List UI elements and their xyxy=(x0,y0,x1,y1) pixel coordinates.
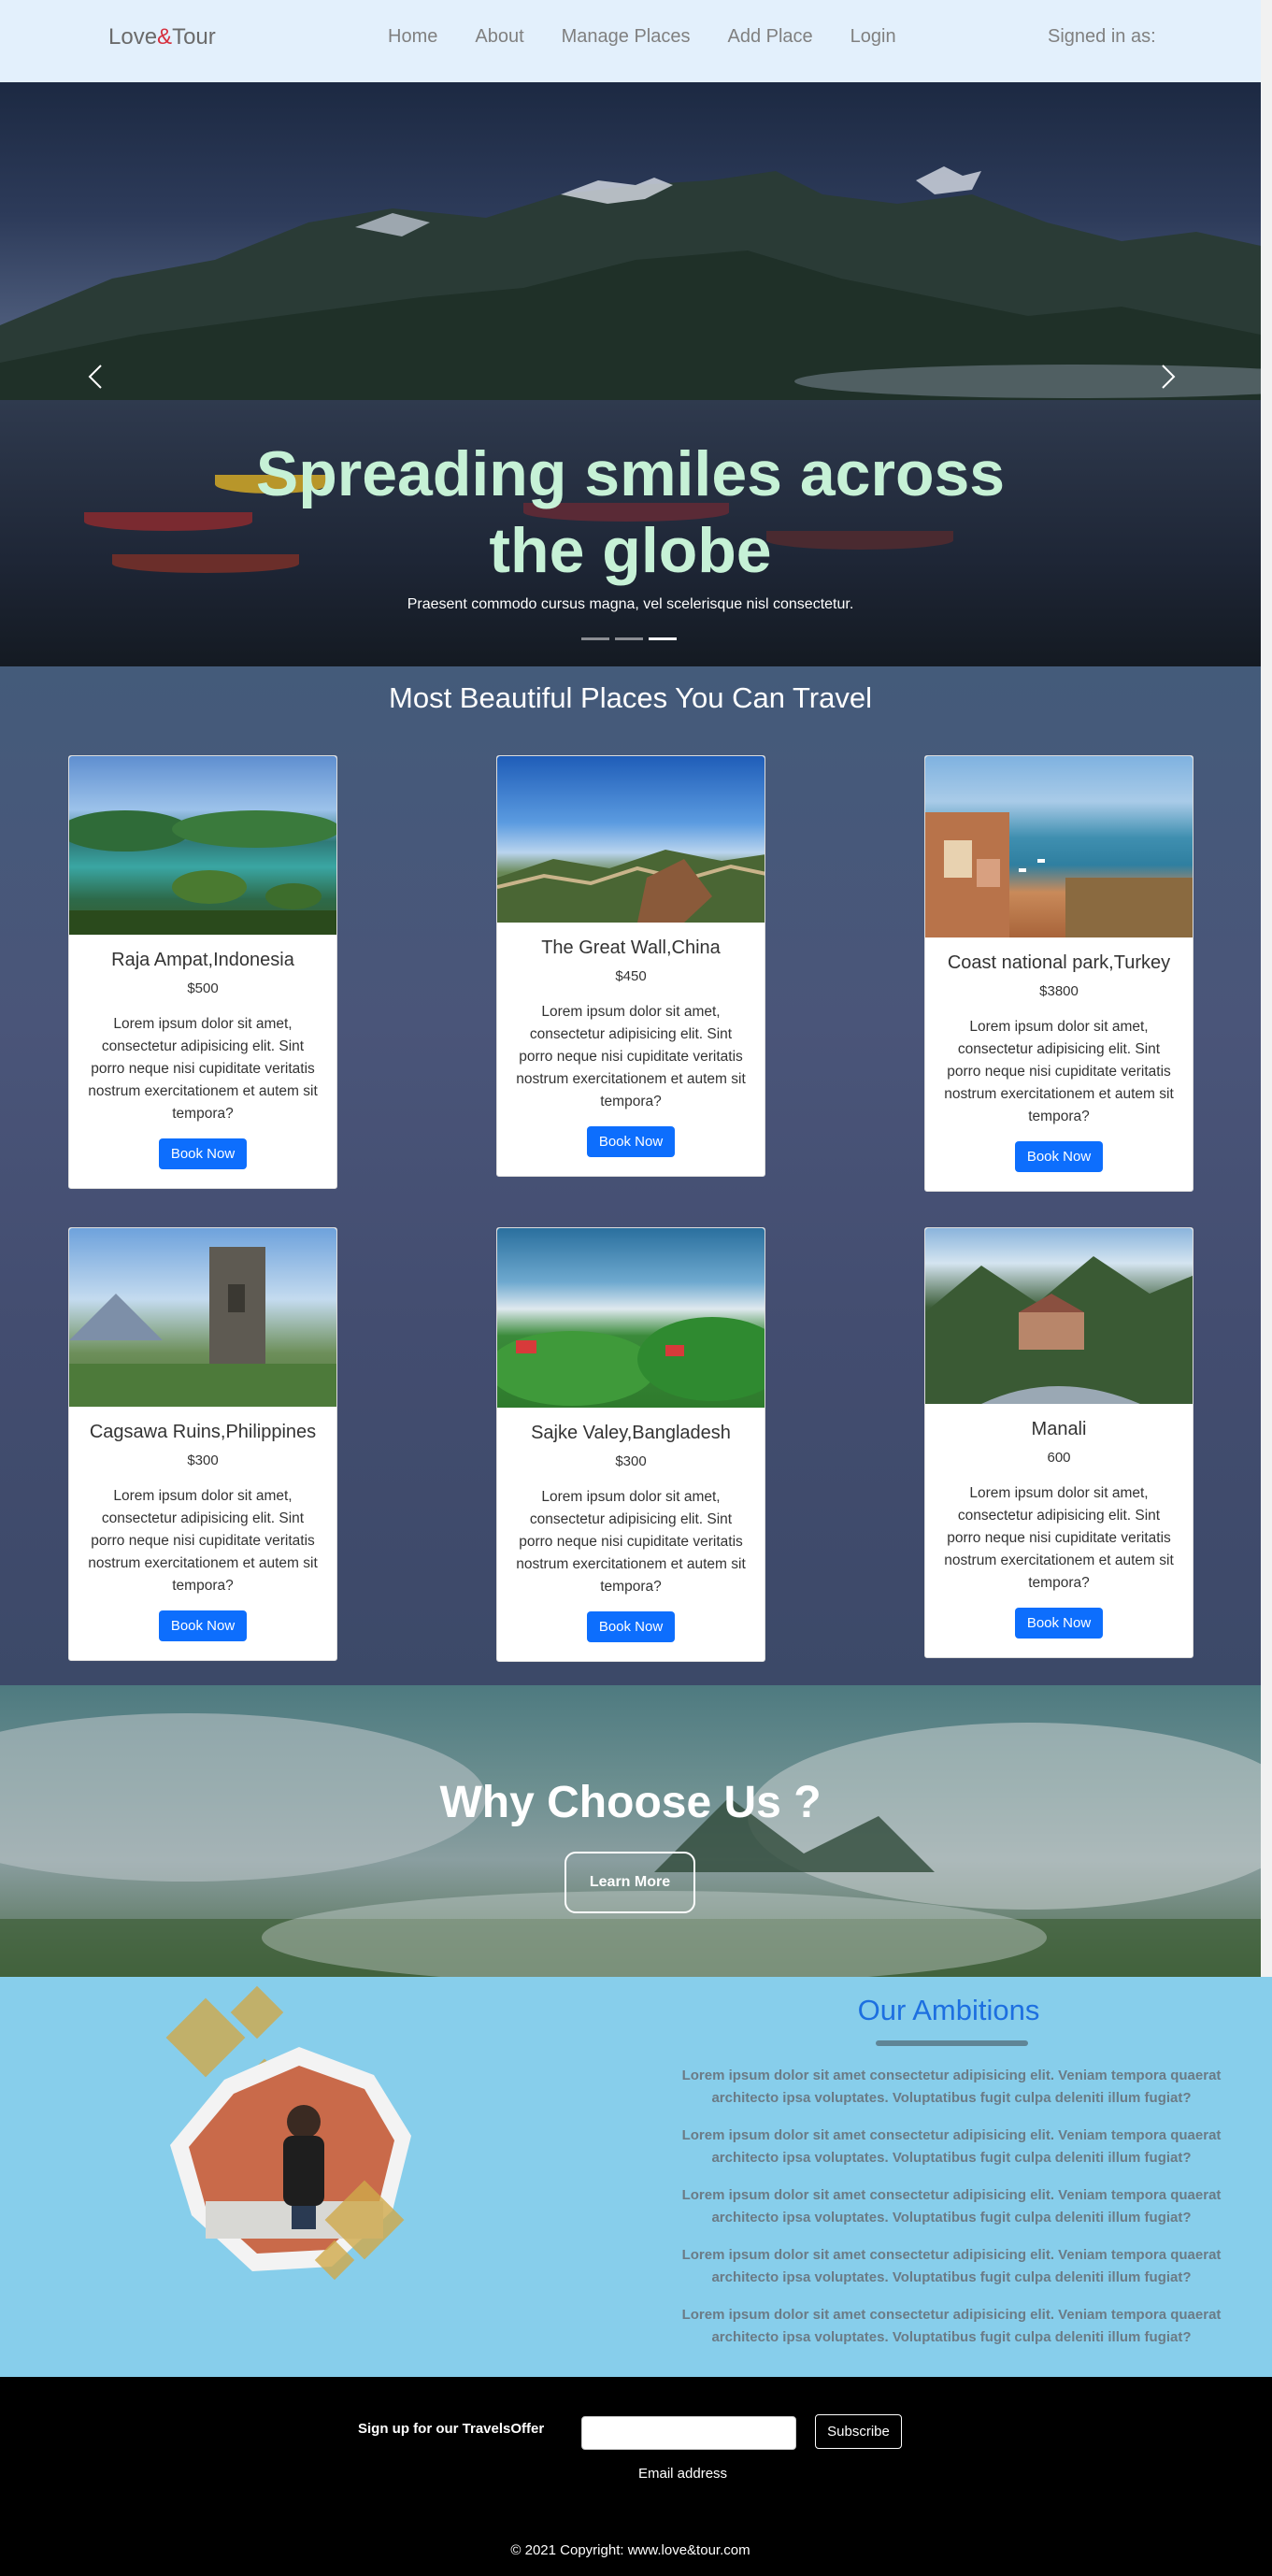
place-image xyxy=(69,1228,336,1407)
chevron-left-icon[interactable] xyxy=(82,358,110,395)
navbar: Love&Tour Home About Manage Places Add P… xyxy=(0,0,1261,82)
ruins-illustration xyxy=(69,1247,336,1407)
place-card: Raja Ampat,Indonesia $500 Lorem ipsum do… xyxy=(68,755,337,1189)
brand-text-tour: Tour xyxy=(172,24,216,50)
nav-link-login[interactable]: Login xyxy=(850,26,896,48)
place-card: Cagsawa Ruins,Philippines $300 Lorem ips… xyxy=(68,1227,337,1661)
place-card: Sajke Valey,Bangladesh $300 Lorem ipsum … xyxy=(496,1227,765,1662)
place-price: $450 xyxy=(615,968,647,984)
brand-ampersand: & xyxy=(157,24,173,50)
place-card: The Great Wall,China $450 Lorem ipsum do… xyxy=(496,755,765,1177)
place-image xyxy=(925,1228,1193,1404)
book-now-button[interactable]: Book Now xyxy=(158,1138,248,1169)
signed-in-label: Signed in as: xyxy=(1048,26,1156,47)
place-price: $300 xyxy=(615,1453,647,1469)
place-description: Lorem ipsum dolor sit amet, consectetur … xyxy=(88,1016,318,1122)
manali-illustration xyxy=(925,1256,1193,1404)
why-choose-section: Why Choose Us ? Learn More xyxy=(0,1685,1261,1977)
place-image xyxy=(497,756,765,923)
book-now-button[interactable]: Book Now xyxy=(586,1126,676,1157)
signup-label: Sign up for our TravelsOffer xyxy=(358,2421,545,2437)
ambition-item: Lorem ipsum dolor sit amet consectetur a… xyxy=(681,2187,1222,2225)
brand-text-love: Love xyxy=(108,24,158,50)
ambition-item: Lorem ipsum dolor sit amet consectetur a… xyxy=(681,2127,1222,2166)
place-description: Lorem ipsum dolor sit amet, consectetur … xyxy=(88,1488,318,1594)
places-title: Most Beautiful Places You Can Travel xyxy=(389,681,872,714)
scrollbar[interactable] xyxy=(1261,0,1272,1977)
hero-title: Spreading smiles across the globe xyxy=(255,438,1006,586)
place-card: Manali 600 Lorem ipsum dolor sit amet, c… xyxy=(924,1227,1193,1658)
place-name: Sajke Valey,Bangladesh xyxy=(531,1423,731,1443)
place-image xyxy=(497,1228,765,1408)
carousel-indicators xyxy=(581,637,677,640)
place-name: The Great Wall,China xyxy=(541,937,721,958)
hero-carousel: Spreading smiles across the globe Praese… xyxy=(0,82,1261,666)
carousel-indicator-3[interactable] xyxy=(649,637,677,640)
chevron-right-icon[interactable] xyxy=(1153,358,1181,395)
book-now-button[interactable]: Book Now xyxy=(1014,1608,1104,1639)
place-image xyxy=(925,756,1193,937)
hero-caption: Praesent commodo cursus magna, vel scele… xyxy=(407,596,854,612)
ambitions-section: Our Ambitions Lorem ipsum dolor sit amet… xyxy=(0,1977,1272,2377)
nav-links: Home About Manage Places Add Place Login xyxy=(388,26,934,48)
learn-more-button[interactable]: Learn More xyxy=(565,1852,695,1913)
ambition-item: Lorem ipsum dolor sit amet consectetur a… xyxy=(681,2068,1222,2106)
ambitions-list: Lorem ipsum dolor sit amet consectetur a… xyxy=(656,2065,1247,2364)
place-price: $3800 xyxy=(1039,983,1079,999)
place-name: Raja Ampat,Indonesia xyxy=(111,950,294,970)
carousel-indicator-2[interactable] xyxy=(615,637,643,640)
book-now-button[interactable]: Book Now xyxy=(1014,1141,1104,1172)
ambition-illustration xyxy=(165,1985,411,2281)
misty-mountains xyxy=(0,1713,1261,1977)
place-description: Lorem ipsum dolor sit amet, consectetur … xyxy=(516,1004,746,1109)
ambitions-title: Our Ambitions xyxy=(857,1994,1040,2026)
place-price: 600 xyxy=(1047,1450,1071,1466)
why-title: Why Choose Us ? xyxy=(439,1778,822,1827)
carousel-indicator-1[interactable] xyxy=(581,637,609,640)
email-input[interactable] xyxy=(581,2416,796,2450)
place-name: Manali xyxy=(1031,1419,1087,1439)
copyright: © 2021 Copyright: www.love&tour.com xyxy=(510,2542,750,2558)
book-now-button[interactable]: Book Now xyxy=(158,1610,248,1641)
nav-link-manage-places[interactable]: Manage Places xyxy=(562,26,691,48)
nav-link-add-place[interactable]: Add Place xyxy=(728,26,813,48)
book-now-button[interactable]: Book Now xyxy=(586,1611,676,1642)
place-name: Cagsawa Ruins,Philippines xyxy=(89,1422,317,1442)
nav-link-home[interactable]: Home xyxy=(388,26,437,48)
place-price: $500 xyxy=(187,980,219,996)
nav-link-about[interactable]: About xyxy=(475,26,523,48)
footer: Sign up for our TravelsOffer Subscribe E… xyxy=(0,2377,1272,2576)
island-illustration xyxy=(69,810,336,935)
brand-logo[interactable]: Love&Tour xyxy=(108,24,216,50)
place-image xyxy=(69,756,336,935)
ambition-item: Lorem ipsum dolor sit amet consectetur a… xyxy=(681,2247,1222,2285)
ambition-item: Lorem ipsum dolor sit amet consectetur a… xyxy=(681,2307,1222,2345)
email-hint: Email address xyxy=(638,2466,728,2482)
places-section: Most Beautiful Places You Can Travel Raj… xyxy=(0,666,1261,1685)
coast-illustration xyxy=(925,812,1193,937)
place-price: $300 xyxy=(187,1453,219,1468)
valley-illustration xyxy=(497,1317,765,1406)
great-wall-illustration xyxy=(497,850,765,923)
place-card: Coast national park,Turkey $3800 Lorem i… xyxy=(924,755,1193,1192)
place-name: Coast national park,Turkey xyxy=(947,952,1171,973)
place-description: Lorem ipsum dolor sit amet, consectetur … xyxy=(944,1019,1174,1124)
place-description: Lorem ipsum dolor sit amet, consectetur … xyxy=(944,1485,1174,1591)
subscribe-button[interactable]: Subscribe xyxy=(815,2414,902,2449)
place-description: Lorem ipsum dolor sit amet, consectetur … xyxy=(516,1489,746,1595)
ambitions-divider xyxy=(876,2040,1028,2046)
